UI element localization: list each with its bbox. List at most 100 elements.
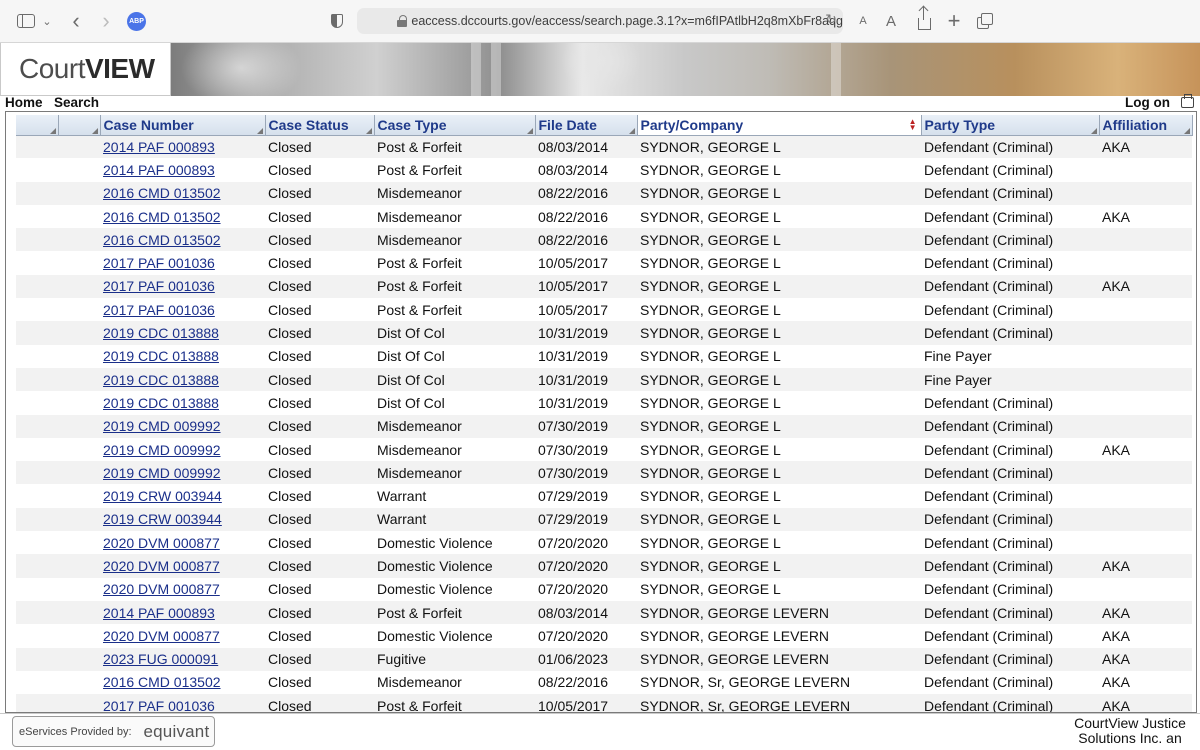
table-row: 2017 PAF 001036 Closed Post & Forfeit 10/05… xyxy=(16,251,1192,275)
case-number-link[interactable]: 2017 PAF 001036 xyxy=(103,278,215,294)
case-number-link[interactable]: 2017 PAF 001036 xyxy=(103,698,215,712)
cell-file-date: 10/05/2017 xyxy=(535,251,637,275)
shield-icon[interactable] xyxy=(328,10,346,32)
row-select-cell xyxy=(16,298,58,322)
address-bar[interactable]: eaccess.dccourts.gov/eaccess/search.page… xyxy=(357,8,843,34)
cell-case-status: Closed xyxy=(265,670,374,695)
case-number-link[interactable]: 2017 PAF 001036 xyxy=(103,302,215,318)
cell-case-number: 2019 CDC 013888 xyxy=(100,321,265,345)
cell-case-type: Post & Forfeit xyxy=(374,158,535,182)
cell-case-status: Closed xyxy=(265,647,374,671)
case-number-link[interactable]: 2019 CDC 013888 xyxy=(103,372,219,388)
column-header-case-status[interactable]: Case Status xyxy=(265,115,375,136)
browser-toolbar: ⌄ ‹ › ABP eaccess.dccourts.gov/eaccess/s… xyxy=(0,0,1200,43)
row-select-cell xyxy=(16,484,58,508)
case-number-link[interactable]: 2020 DVM 000877 xyxy=(103,558,220,574)
case-number-link[interactable]: 2020 DVM 000877 xyxy=(103,628,220,644)
nav-home-link[interactable]: Home xyxy=(5,95,43,110)
row-select-cell xyxy=(16,600,58,625)
nav-logon-link[interactable]: Log on xyxy=(1125,95,1170,110)
case-number-link[interactable]: 2019 CMD 009992 xyxy=(103,418,221,434)
column-header-case-type[interactable]: Case Type xyxy=(374,115,536,136)
chevron-down-icon[interactable]: ⌄ xyxy=(40,10,54,32)
case-number-link[interactable]: 2019 CDC 013888 xyxy=(103,395,219,411)
cell-case-status: Closed xyxy=(265,531,374,555)
case-number-link[interactable]: 2016 CMD 013502 xyxy=(103,674,221,690)
row-select-cell xyxy=(16,274,58,299)
reload-icon[interactable]: ↻ xyxy=(825,11,837,28)
new-tab-icon[interactable]: + xyxy=(945,8,963,33)
case-number-link[interactable]: 2019 CRW 003944 xyxy=(103,511,222,527)
row-select-cell xyxy=(16,647,58,671)
table-row: 2023 FUG 000091 Closed Fugitive 01/06/2023 S… xyxy=(16,647,1192,671)
cell-case-number: 2020 DVM 000877 xyxy=(100,577,265,601)
cell-file-date: 08/22/2016 xyxy=(535,204,637,229)
case-number-link[interactable]: 2014 PAF 000893 xyxy=(103,605,215,621)
url-text: eaccess.dccourts.gov/eaccess/search.page… xyxy=(411,14,843,28)
share-icon[interactable] xyxy=(916,7,932,32)
case-number-link[interactable]: 2016 CMD 013502 xyxy=(103,209,221,225)
cell-party-company: SYDNOR, GEORGE L xyxy=(637,228,921,252)
print-icon[interactable] xyxy=(1181,94,1194,108)
table-row: 2016 CMD 013502 Closed Misdemeanor 08/22/20… xyxy=(16,228,1192,252)
row-select-cell xyxy=(16,554,58,578)
column-header-party-company[interactable]: Party/Company ▲ ▼ xyxy=(637,115,922,136)
cell-affiliation xyxy=(1099,228,1192,252)
page-footer: eServices Provided by: equivant CourtVie… xyxy=(0,713,1200,750)
case-number-link[interactable]: 2020 DVM 000877 xyxy=(103,581,220,597)
cell-affiliation: AKA xyxy=(1099,647,1192,671)
case-number-link[interactable]: 2019 CRW 003944 xyxy=(103,488,222,504)
row-select-cell xyxy=(58,367,100,392)
row-select-cell xyxy=(16,414,58,438)
logo-court: Court xyxy=(19,53,85,84)
case-number-link[interactable]: 2016 CMD 013502 xyxy=(103,232,221,248)
sort-indicator-icon: ▲ ▼ xyxy=(908,117,917,132)
cell-affiliation xyxy=(1099,367,1192,392)
case-number-link[interactable]: 2020 DVM 000877 xyxy=(103,535,220,551)
tabs-overview-icon[interactable] xyxy=(977,10,995,32)
font-smaller-icon[interactable]: A xyxy=(857,10,869,32)
case-number-link[interactable]: 2019 CDC 013888 xyxy=(103,325,219,341)
case-number-link[interactable]: 2019 CMD 009992 xyxy=(103,442,221,458)
case-number-link[interactable]: 2023 FUG 000091 xyxy=(103,651,218,667)
column-header-select-2[interactable] xyxy=(58,115,101,136)
row-select-cell xyxy=(58,181,100,205)
cell-affiliation: AKA xyxy=(1099,274,1192,299)
case-number-link[interactable]: 2014 PAF 000893 xyxy=(103,139,215,155)
cell-case-status: Closed xyxy=(265,694,374,712)
adblock-icon[interactable]: ABP xyxy=(127,12,146,31)
case-number-link[interactable]: 2019 CDC 013888 xyxy=(103,348,219,364)
cell-party-company: SYDNOR, GEORGE L xyxy=(637,554,921,578)
column-header-file-date[interactable]: File Date xyxy=(535,115,638,136)
cell-file-date: 07/20/2020 xyxy=(535,531,637,555)
cell-case-status: Closed xyxy=(265,274,374,299)
cell-party-company: SYDNOR, GEORGE LEVERN xyxy=(637,600,921,625)
cell-party-type: Defendant (Criminal) xyxy=(921,577,1099,601)
cell-case-number: 2017 PAF 001036 xyxy=(100,274,265,299)
nav-search-link[interactable]: Search xyxy=(54,95,99,110)
case-number-link[interactable]: 2016 CMD 013502 xyxy=(103,185,221,201)
column-header-select[interactable] xyxy=(16,115,59,136)
cell-case-type: Misdemeanor xyxy=(374,670,535,695)
eservices-badge[interactable]: eServices Provided by: equivant xyxy=(12,716,215,747)
row-select-cell xyxy=(58,251,100,275)
column-header-case-number[interactable]: Case Number xyxy=(100,115,266,136)
column-header-affiliation[interactable]: Affiliation xyxy=(1099,115,1193,136)
case-number-link[interactable]: 2017 PAF 001036 xyxy=(103,255,215,271)
table-row: 2020 DVM 000877 Closed Domestic Violence 07… xyxy=(16,577,1192,601)
row-select-cell xyxy=(58,600,100,625)
back-icon[interactable]: ‹ xyxy=(66,8,86,33)
sidebar-icon[interactable] xyxy=(16,10,36,32)
case-number-link[interactable]: 2014 PAF 000893 xyxy=(103,162,215,178)
cell-case-type: Warrant xyxy=(374,507,535,532)
forward-icon[interactable]: › xyxy=(96,8,116,33)
cell-party-company: SYDNOR, GEORGE L xyxy=(637,321,921,345)
case-number-link[interactable]: 2019 CMD 009992 xyxy=(103,465,221,481)
cell-party-type: Defendant (Criminal) xyxy=(921,274,1099,299)
row-select-cell xyxy=(58,507,100,532)
row-select-cell xyxy=(16,694,58,712)
row-select-cell xyxy=(58,624,100,648)
font-larger-icon[interactable]: A xyxy=(884,10,898,32)
column-header-party-type[interactable]: Party Type xyxy=(921,115,1100,136)
row-select-cell xyxy=(58,437,100,462)
